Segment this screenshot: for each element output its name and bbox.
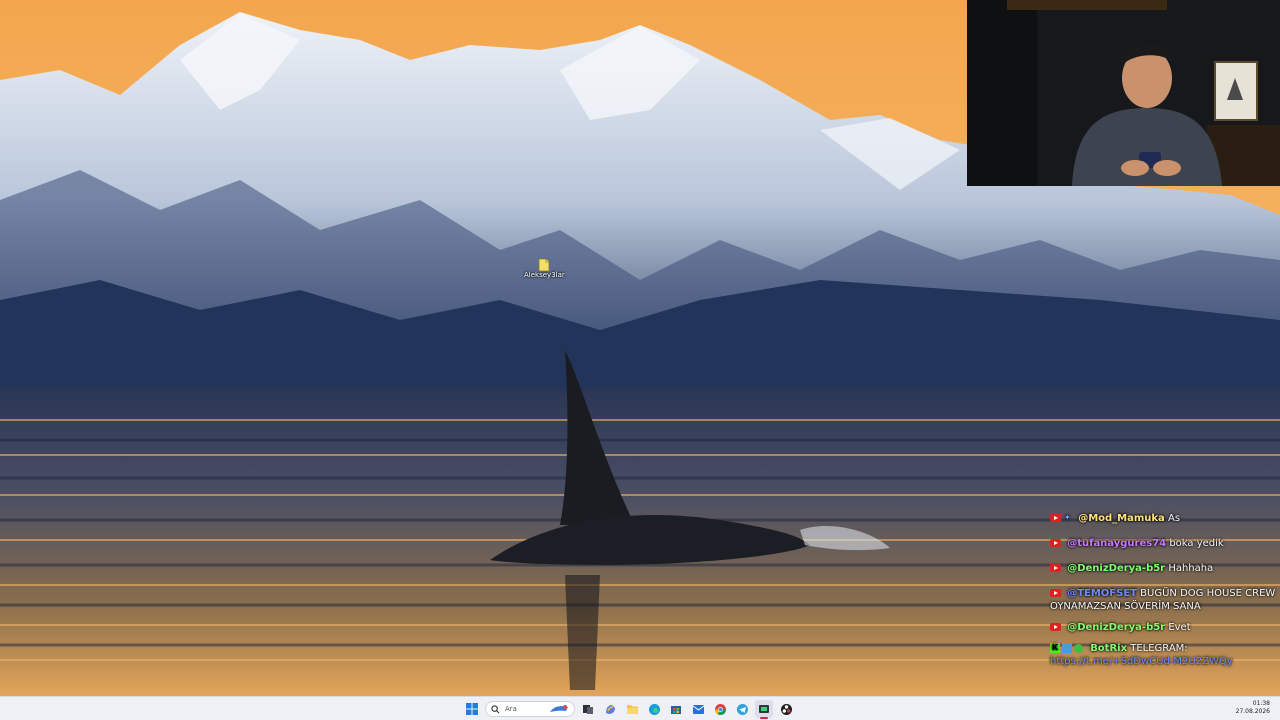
chat-username: @Mod_Mamuka [1078,513,1165,524]
chat-username: @DenizDerya-b5r [1067,563,1166,574]
start-icon [466,703,478,715]
clock-time: 01:38 [1252,700,1270,707]
chat-link[interactable]: https://t.me/+SdDwCUd-M2U2ZWQy [1050,656,1233,667]
webcam-overlay [967,0,1280,186]
chat-text: Hahhaha [1168,563,1214,574]
chat-message: K BotRix TELEGRAM: https://t.me/+SdDwCUd… [1050,642,1278,668]
store-button[interactable] [667,700,685,718]
youtube-badge-icon [1050,564,1061,572]
chat-message: @TEMOFSET BUGÜN DOG HOUSE CREW OYNAMAZSA… [1050,587,1278,613]
chat-text: boka yedik [1169,538,1224,549]
task-view-icon [583,705,593,714]
search-highlight-icon [550,705,568,712]
search-icon [491,704,500,713]
chat-username: @TEMOFSET [1067,588,1137,599]
telegram-icon [736,703,748,715]
taskbar: Ara 01:38 27.08.2026 [0,696,1280,720]
search-placeholder: Ara [505,705,517,713]
store-icon [671,706,681,714]
telegram-button[interactable] [733,700,751,718]
chat-text: TELEGRAM: [1130,643,1188,654]
chat-message: ✦ @Mod_Mamuka As [1050,512,1278,525]
edge-button[interactable] [645,700,663,718]
copilot-button[interactable] [601,700,619,718]
taskbar-search[interactable]: Ara [485,701,575,717]
chat-message: @DenizDerya-b5r Hahhaha [1050,562,1278,575]
chat-overlay: ✦ @Mod_Mamuka As @tufanaygures74 boka ye… [1050,512,1278,694]
chrome-button[interactable] [711,700,729,718]
file-explorer-icon [626,705,638,714]
file-explorer-button[interactable] [623,700,641,718]
chat-text: Evet [1168,622,1191,633]
chat-username: BotRix [1090,643,1128,654]
youtube-badge-icon [1050,589,1061,597]
chat-message: @tufanaygures74 boka yedik [1050,537,1278,550]
kick-badge-icon: K [1050,643,1060,653]
verified-badge-icon [1074,643,1083,653]
youtube-badge-icon [1050,539,1061,547]
taskbar-apps: Ara [463,699,795,719]
obs-icon [780,703,792,715]
edge-icon [648,703,660,715]
bot-badge-icon [1062,643,1072,653]
desktop-file-item[interactable]: Aleksey3lar [524,257,565,280]
chat-message: @DenizDerya-b5r Evet [1050,621,1278,634]
clock-date: 27.08.2026 [1235,708,1270,715]
desktop-file-label: Aleksey3lar [524,271,565,279]
moderator-badge-icon: ✦ [1064,513,1071,522]
copilot-icon [605,704,615,714]
start-button[interactable] [463,700,481,718]
mail-button[interactable] [689,700,707,718]
chrome-icon [714,703,726,715]
file-icon [538,257,550,272]
obs-button[interactable] [777,700,795,718]
chat-username: @tufanaygures74 [1067,538,1167,549]
task-view-button[interactable] [579,700,597,718]
mail-icon [692,704,704,714]
system-clock[interactable]: 01:38 27.08.2026 [1236,700,1270,716]
chat-username: @DenizDerya-b5r [1067,622,1166,633]
terminal-button[interactable] [755,700,773,719]
chat-text: As [1168,513,1181,524]
youtube-badge-icon [1050,623,1061,631]
youtube-badge-icon [1050,514,1061,522]
terminal-icon [759,705,769,713]
active-indicator [760,717,768,719]
